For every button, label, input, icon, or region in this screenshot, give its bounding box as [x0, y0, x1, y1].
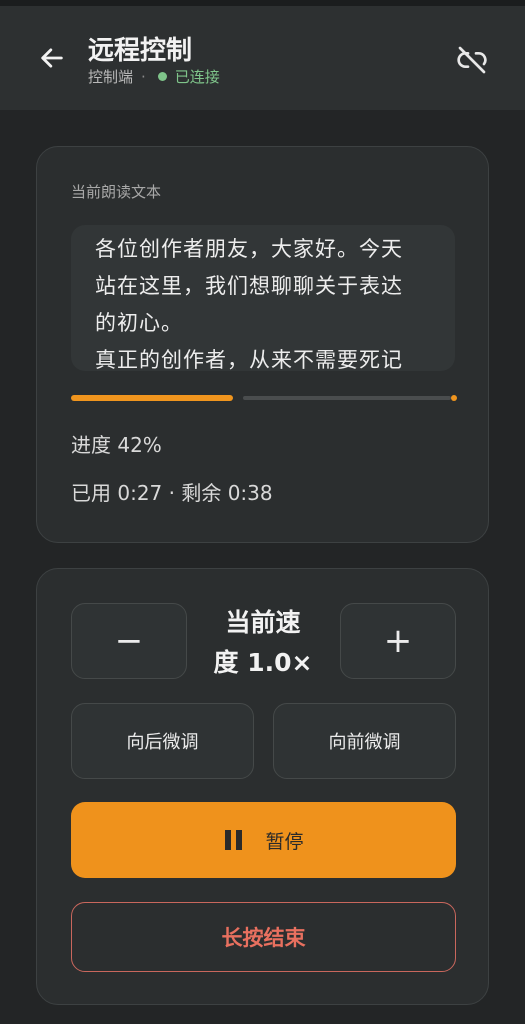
progress-fill [71, 395, 233, 401]
controls-card: − 当前速 度 1.0× + 向后微调 向前微调 暂停 长按结束 [36, 568, 489, 1005]
plus-icon: + [383, 621, 413, 661]
reading-line: 站在这里，我们想聊聊关于表达 [95, 274, 403, 298]
page-title: 远程控制 [88, 36, 193, 66]
connection-status: 已连接 [174, 68, 220, 86]
progress-bar [71, 395, 457, 401]
speed-label-line: 度 1.0× [213, 648, 313, 677]
reading-card: 当前朗读文本 各位创作者朋友，大家好。今天 站在这里，我们想聊聊关于表达 的初心… [36, 146, 489, 543]
separator: · [141, 67, 146, 86]
app-header: 远程控制 控制端 · 已连接 [0, 6, 525, 110]
connected-dot-icon [157, 72, 167, 81]
connection-subtitle: 控制端 · 已连接 [88, 66, 220, 87]
speed-label-line: 当前速 [225, 608, 301, 637]
reading-line: 各位创作者朋友，大家好。今天 [95, 237, 403, 261]
minus-icon: − [114, 621, 144, 661]
end-button[interactable]: 长按结束 [71, 902, 456, 972]
pause-button[interactable]: 暂停 [71, 802, 456, 878]
pause-label: 暂停 [265, 830, 304, 853]
pause-icon [225, 830, 243, 850]
reading-label: 当前朗读文本 [71, 183, 162, 201]
progress-end-dot [451, 395, 457, 401]
progress-track [243, 396, 451, 400]
speed-down-button[interactable]: − [71, 603, 187, 679]
reading-line: 真正的创作者，从来不需要死记 [95, 348, 403, 371]
nudge-back-button[interactable]: 向后微调 [71, 703, 254, 779]
reading-text-box[interactable]: 各位创作者朋友，大家好。今天 站在这里，我们想聊聊关于表达 的初心。 真正的创作… [71, 225, 455, 371]
time-text: 已用 0:27 · 剩余 0:38 [71, 481, 273, 505]
nudge-forward-button[interactable]: 向前微调 [273, 703, 456, 779]
speed-up-button[interactable]: + [340, 603, 456, 679]
link-off-icon [457, 46, 487, 74]
role-label: 控制端 [88, 68, 134, 86]
progress-text: 进度 42% [71, 433, 162, 457]
disconnect-button[interactable] [450, 38, 494, 82]
arrow-left-icon [41, 48, 63, 68]
reading-line: 的初心。 [95, 311, 183, 335]
speed-label: 当前速 度 1.0× [201, 603, 325, 683]
back-button[interactable] [30, 36, 74, 80]
